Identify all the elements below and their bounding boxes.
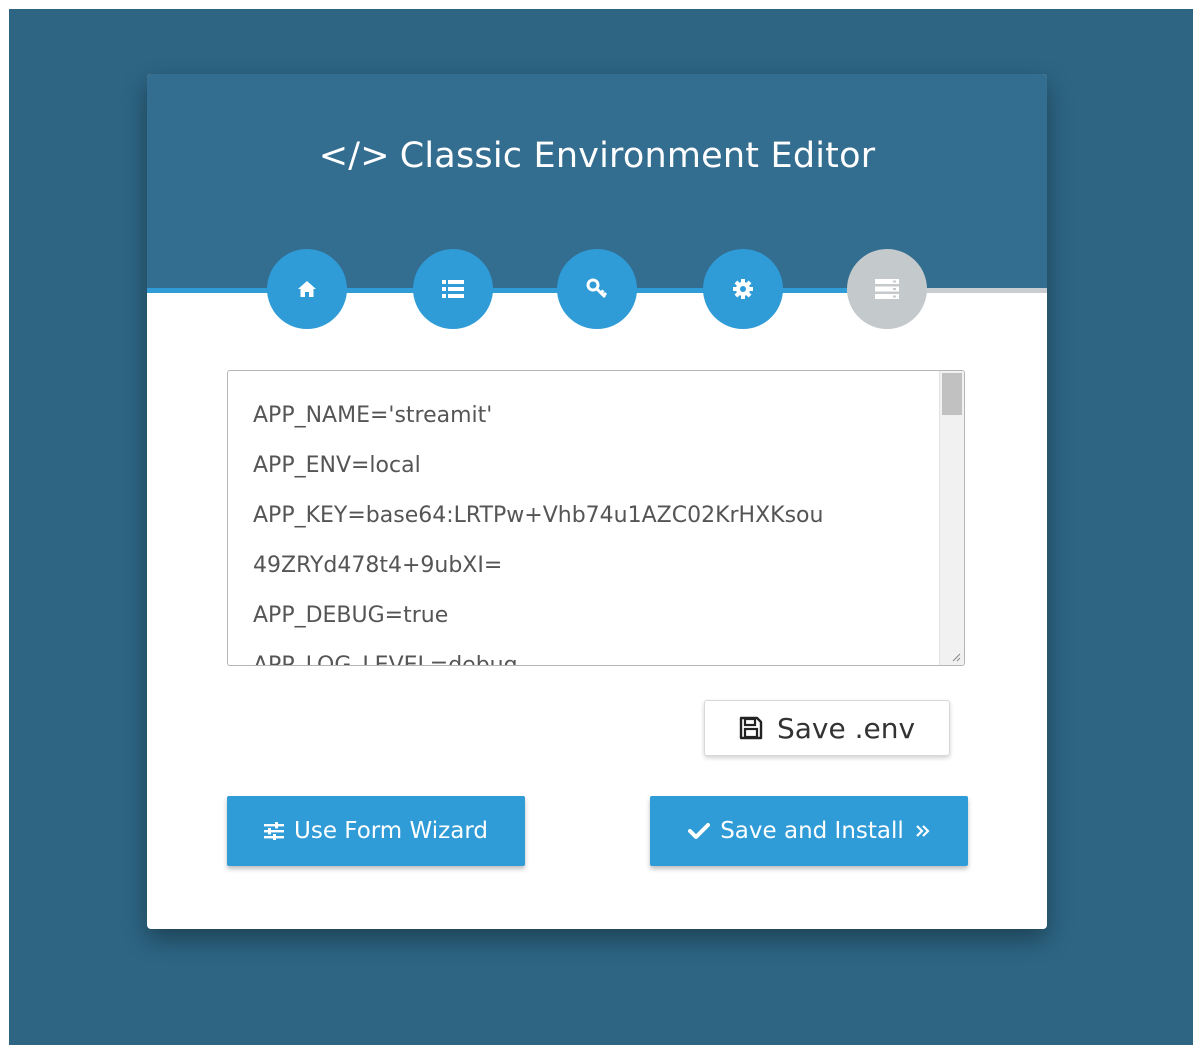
double-chevron-right-icon bbox=[916, 824, 930, 838]
env-textarea[interactable]: APP_NAME='streamit' APP_ENV=local APP_KE… bbox=[227, 370, 965, 666]
step-home[interactable] bbox=[267, 249, 347, 329]
floppy-disk-icon bbox=[739, 716, 763, 740]
page-title-text: Classic Environment Editor bbox=[399, 136, 876, 176]
env-line: APP_DEBUG=true bbox=[253, 603, 449, 628]
code-icon: </> bbox=[318, 136, 390, 176]
use-form-wizard-label: Use Form Wizard bbox=[294, 818, 488, 844]
env-text-content[interactable]: APP_NAME='streamit' APP_ENV=local APP_KE… bbox=[253, 391, 933, 666]
env-line: APP_ENV=local bbox=[253, 453, 421, 478]
sliders-icon bbox=[264, 822, 284, 840]
gear-icon bbox=[733, 279, 753, 299]
step-server[interactable] bbox=[847, 249, 927, 329]
textarea-scrollbar[interactable] bbox=[939, 371, 964, 665]
scrollbar-thumb[interactable] bbox=[942, 373, 962, 415]
step-settings[interactable] bbox=[703, 249, 783, 329]
env-line: 49ZRYd478t4+9ubXI= bbox=[253, 553, 503, 578]
key-icon bbox=[586, 278, 608, 299]
resize-grip-icon[interactable] bbox=[951, 652, 961, 662]
server-icon bbox=[875, 279, 899, 299]
list-icon bbox=[442, 280, 464, 298]
use-form-wizard-button[interactable]: Use Form Wizard bbox=[227, 796, 525, 866]
save-and-install-label: Save and Install bbox=[720, 818, 904, 844]
save-env-button[interactable]: Save .env bbox=[704, 700, 950, 756]
save-and-install-button[interactable]: Save and Install bbox=[650, 796, 968, 866]
page-title: </> Classic Environment Editor bbox=[147, 136, 1047, 176]
env-line: APP_LOG_LEVEL=debug bbox=[253, 653, 518, 666]
save-env-label: Save .env bbox=[776, 711, 916, 745]
page-background: </> Classic Environment Editor APP_NAME=… bbox=[9, 9, 1193, 1045]
step-list[interactable] bbox=[413, 249, 493, 329]
step-key[interactable] bbox=[557, 249, 637, 329]
installer-card: </> Classic Environment Editor APP_NAME=… bbox=[147, 74, 1047, 929]
env-line: APP_NAME='streamit' bbox=[253, 403, 493, 428]
home-icon bbox=[298, 281, 316, 297]
env-line: APP_KEY=base64:LRTPw+Vhb74u1AZC02KrHXKso… bbox=[253, 503, 824, 528]
checkmark-icon bbox=[688, 822, 711, 840]
